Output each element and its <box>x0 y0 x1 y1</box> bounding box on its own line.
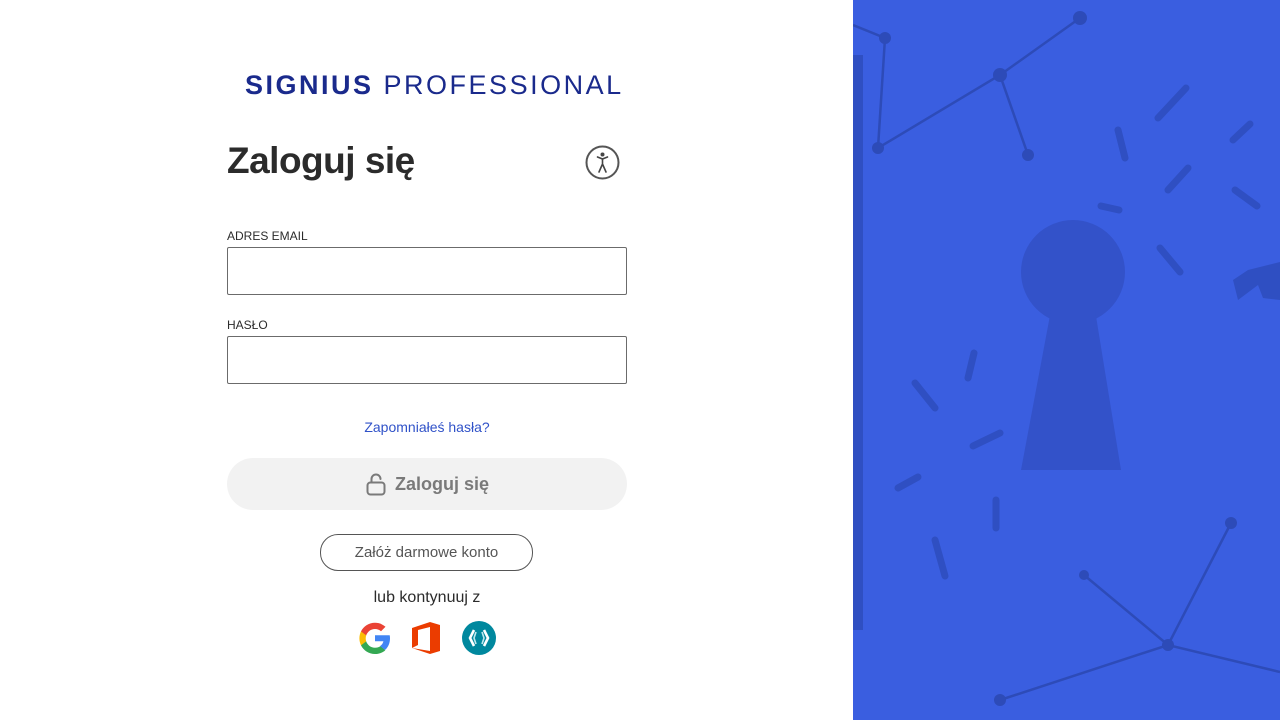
email-label: ADRES EMAIL <box>227 229 308 243</box>
keyhole-network-illustration <box>853 11 1280 706</box>
forgot-password-link[interactable]: Zapomniałeś hasła? <box>227 419 627 435</box>
login-button[interactable]: Zaloguj się <box>227 458 627 510</box>
page-title: Zaloguj się <box>227 140 415 181</box>
login-panel: SIGNIUS PROFESSIONAL Zaloguj się ADRES E… <box>0 0 853 720</box>
logo-wordmark: SIGNIUS PROFESSIONAL <box>245 69 624 100</box>
alt-login-label: lub kontynuuj z <box>373 589 481 606</box>
accessibility-icon[interactable] <box>585 145 620 180</box>
email-field[interactable] <box>227 247 627 295</box>
login-button-label: Zaloguj się <box>394 473 490 494</box>
google-icon[interactable] <box>357 620 393 656</box>
password-label: HASŁO <box>227 318 268 332</box>
office-icon[interactable] <box>408 620 444 656</box>
register-button[interactable]: Załóż darmowe konto <box>320 534 533 571</box>
keycloak-icon[interactable] <box>461 620 497 656</box>
decorative-illustration-panel <box>853 0 1280 720</box>
password-field[interactable] <box>227 336 627 384</box>
unlock-icon <box>366 473 386 496</box>
signius-logo: SIGNIUS PROFESSIONAL <box>233 58 623 112</box>
